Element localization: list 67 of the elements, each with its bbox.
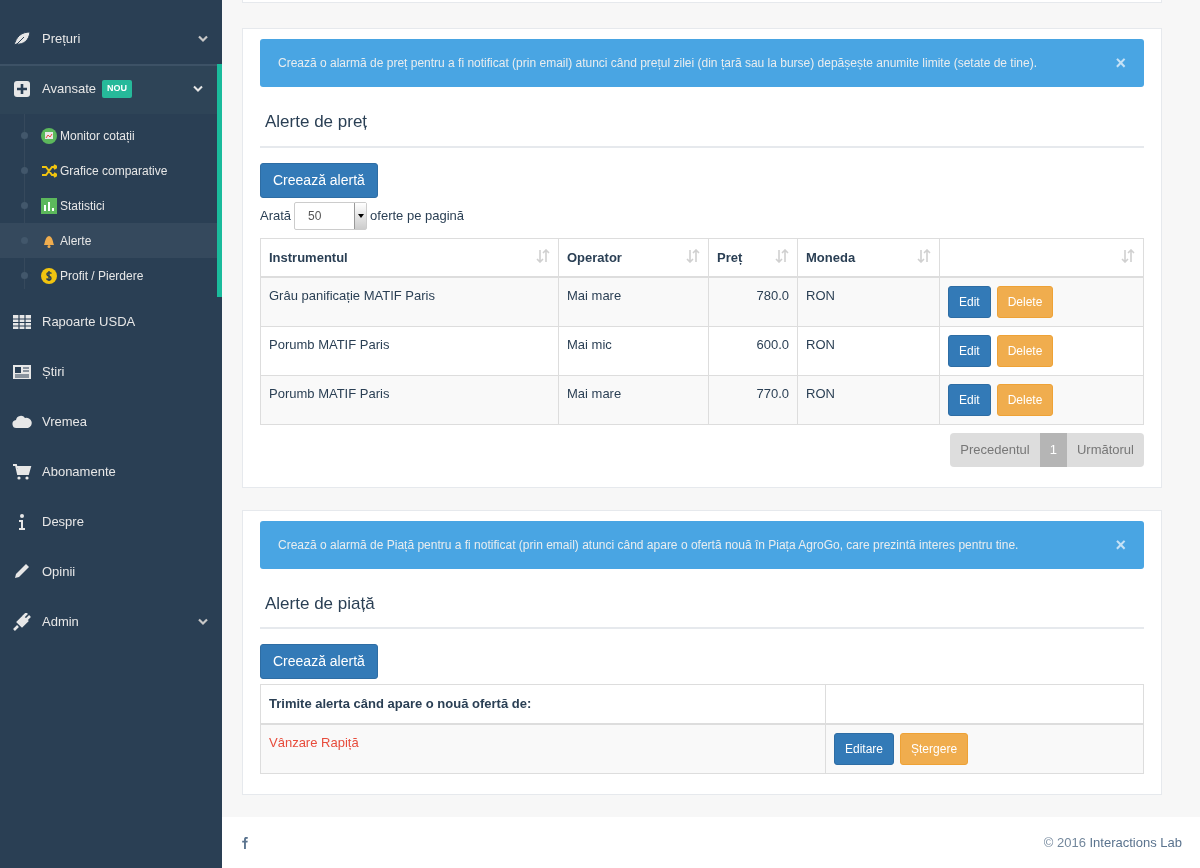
info-alert: Crează o alarmă de Piață pentru a fi notificat (prin email) atunci când apare o ofertă nouă în Piața AgroGo, care prezintă interes pentru tine. × — [260, 520, 1144, 569]
table-cell: Mai mare — [558, 375, 709, 425]
submenu-item[interactable]: Grafice comparative — [0, 153, 217, 188]
copyright-text: © 2016 Interactions Lab — [1043, 833, 1182, 852]
page-size-select[interactable]: 50 — [294, 201, 368, 230]
bullet-dot — [21, 272, 28, 279]
sort-icon — [917, 248, 931, 263]
edit-button[interactable]: Edit — [948, 335, 991, 367]
bullet-dot — [21, 167, 28, 174]
create-alert-button[interactable]: Creează alertă — [260, 644, 378, 679]
sidebar-item[interactable]: Vremea — [0, 397, 222, 447]
footer-link[interactable]: Interactions Lab — [1089, 834, 1182, 850]
section-title: Alerte de preț — [260, 101, 1144, 148]
sidebar-item[interactable]: Avansate NOU — [0, 64, 217, 114]
info-alert: Crează o alarmă de preț pentru a fi notificat (prin email) atunci când prețul zilei (din țară sau la burse) depășește anumite limite (setate de tine). × — [260, 39, 1144, 87]
create-alert-button[interactable]: Creează alertă — [260, 162, 378, 198]
table-cell: RON — [797, 277, 940, 327]
shuffle-icon — [41, 162, 57, 179]
sort-icon — [775, 248, 789, 263]
section-title: Alerte de piață — [260, 582, 1144, 629]
table-cell: RON — [797, 326, 940, 376]
edit-button[interactable]: Editare — [834, 732, 895, 765]
bar-chart-icon — [41, 197, 57, 214]
bullet-dot — [21, 202, 28, 209]
sidebar-item[interactable]: Abonamente — [0, 447, 222, 497]
submenu-item[interactable]: Alerte — [0, 223, 217, 258]
table-cell: Porumb MATIF Paris — [260, 326, 559, 376]
caret-icon — [357, 213, 364, 218]
table-cell: 770.0 — [708, 375, 798, 425]
sort-icon — [1121, 248, 1135, 263]
table-cell: Grâu panificație MATIF Paris — [260, 277, 559, 327]
table-cell: Mai mic — [558, 326, 709, 376]
monitor-icon — [41, 127, 57, 144]
submenu-item[interactable]: Statistici — [0, 188, 217, 223]
edit-button[interactable]: Edit — [948, 384, 991, 416]
plug-icon — [12, 613, 32, 631]
leaf-icon — [12, 30, 32, 48]
sidebar-item[interactable]: Admin — [0, 597, 222, 647]
table-cell: RON — [797, 375, 940, 425]
table-cell: 600.0 — [708, 326, 798, 376]
sidebar-item[interactable]: Rapoarte USDA — [0, 297, 222, 347]
facebook-icon[interactable] — [240, 835, 249, 849]
label-text: oferte pe pagină — [370, 206, 465, 225]
sort-icon — [536, 248, 550, 263]
submenu-item[interactable]: Monitor cotații — [0, 118, 217, 153]
table-cell: Porumb MATIF Paris — [260, 375, 559, 425]
plus-square-icon — [12, 80, 32, 98]
bullet-dot — [21, 132, 28, 139]
sidebar-item[interactable]: Știri — [0, 347, 222, 397]
column-header: Trimite alerta când apare o nouă ofertă de: — [260, 684, 826, 724]
newspaper-icon — [12, 363, 32, 381]
dollar-coin-icon — [41, 267, 57, 284]
sort-icon — [686, 248, 700, 263]
cloud-icon — [12, 413, 32, 431]
cart-icon — [12, 463, 32, 481]
submenu-item[interactable]: Profit / Pierdere — [0, 258, 217, 293]
table-cell: Vânzare Rapiță — [260, 723, 826, 773]
pencil-icon — [12, 563, 32, 581]
label-text: Arată — [260, 206, 292, 225]
edit-button[interactable]: Edit — [948, 286, 991, 318]
new-badge: NOU — [101, 80, 132, 98]
sidebar-item[interactable]: Prețuri — [0, 14, 222, 64]
table-cell: Mai mare — [558, 277, 709, 327]
sidebar-item[interactable]: Opinii — [0, 547, 222, 597]
sidebar-item[interactable]: Despre — [0, 497, 222, 547]
table-cell: 780.0 — [708, 277, 798, 327]
table-icon — [12, 313, 32, 331]
